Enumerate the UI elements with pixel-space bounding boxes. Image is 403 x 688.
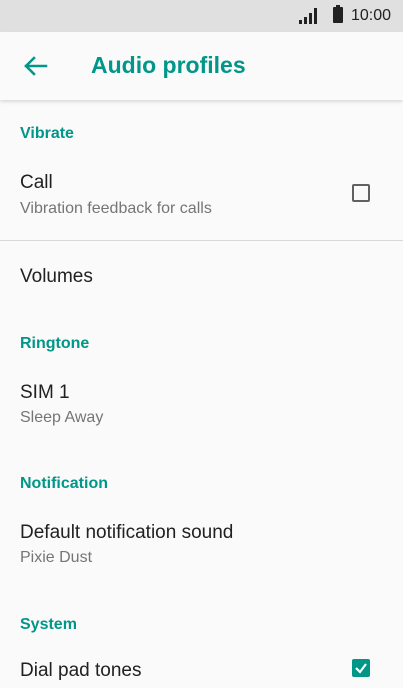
section-header-system: System [20,616,77,633]
sim1-title: SIM 1 [20,382,70,403]
battery-icon [333,5,343,23]
call-title: Call [20,172,53,193]
section-header-vibrate: Vibrate [20,125,74,142]
sim1-subtitle: Sleep Away [20,409,104,426]
section-header-notification: Notification [20,475,108,492]
dial-pad-tones-checkbox[interactable] [352,659,370,677]
volumes-title: Volumes [20,266,93,287]
call-subtitle: Vibration feedback for calls [20,200,212,217]
dial-pad-tones-row[interactable]: Dial pad tones [0,648,403,688]
sim1-ringtone-row[interactable]: SIM 1 Sleep Away [0,368,403,438]
default-notification-title: Default notification sound [20,522,234,543]
call-vibration-checkbox[interactable] [352,184,370,202]
default-notification-subtitle: Pixie Dust [20,549,93,566]
divider [0,240,403,241]
signal-icon [299,8,319,24]
section-header-ringtone: Ringtone [20,335,90,352]
default-notification-row[interactable]: Default notification sound Pixie Dust [0,508,403,578]
volumes-row[interactable]: Volumes [0,250,403,302]
back-arrow-icon[interactable] [20,50,52,82]
status-time: 10:00 [350,7,391,24]
status-bar: 10:00 [0,0,403,32]
app-bar: Audio profiles [0,32,403,100]
dial-pad-tones-title: Dial pad tones [20,660,142,681]
page-title: Audio profiles [91,52,246,78]
call-vibration-row[interactable]: Call Vibration feedback for calls [0,160,403,238]
